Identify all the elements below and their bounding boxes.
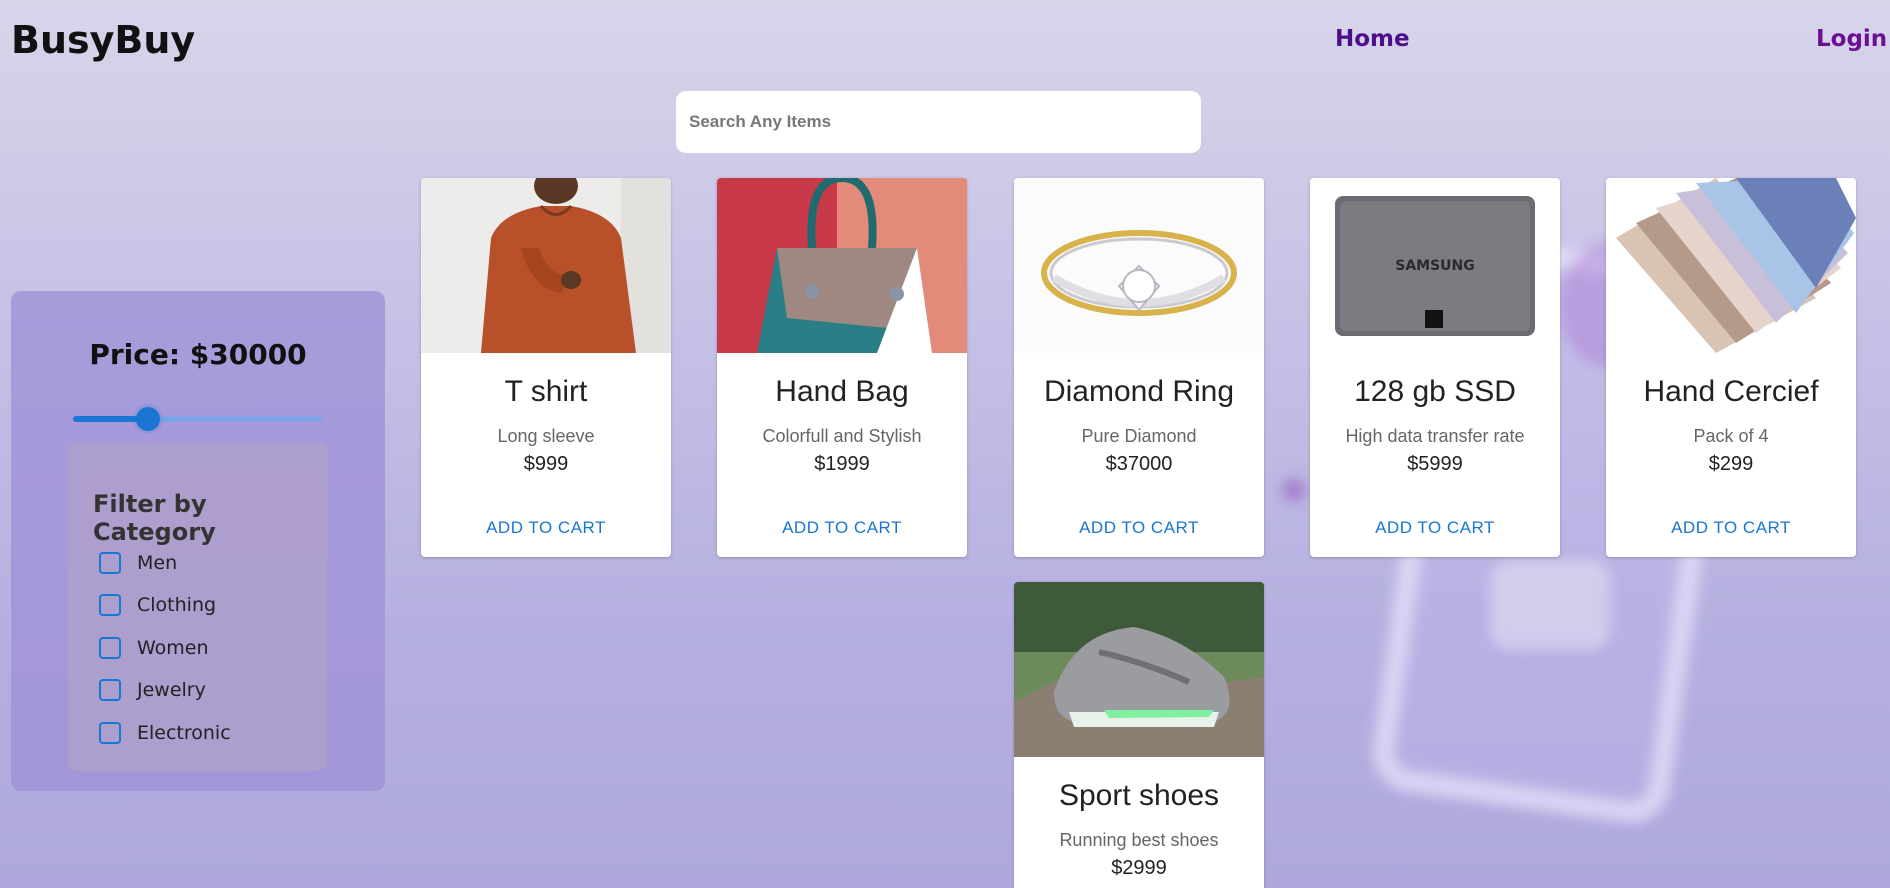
ssd-photo: SAMSUNG xyxy=(1310,178,1560,353)
category-label: Clothing xyxy=(137,594,217,616)
ssd-brand-text: SAMSUNG xyxy=(1395,258,1475,274)
checkbox[interactable] xyxy=(99,637,121,659)
price-label: Price: $30000 xyxy=(89,338,307,371)
checkbox[interactable] xyxy=(99,552,121,574)
category-option-clothing[interactable]: Clothing xyxy=(99,594,216,616)
add-to-cart-button[interactable]: ADD TO CART xyxy=(717,518,967,538)
product-name: Sport shoes xyxy=(1058,779,1220,812)
product-card: Hand Bag Colorfull and Stylish $1999 ADD… xyxy=(717,178,967,557)
product-card: Sport shoes Running best shoes $2999 xyxy=(1014,582,1264,888)
shoe-photo xyxy=(1014,582,1264,757)
checkbox[interactable] xyxy=(99,594,121,616)
product-card: Diamond Ring Pure Diamond $37000 ADD TO … xyxy=(1014,178,1264,557)
price-slider-thumb[interactable] xyxy=(136,407,160,431)
add-to-cart-button[interactable]: ADD TO CART xyxy=(421,518,671,538)
add-to-cart-button[interactable]: ADD TO CART xyxy=(1310,518,1560,538)
product-description: Colorfull and Stylish xyxy=(762,426,922,446)
category-label: Women xyxy=(137,637,209,659)
product-description: Long sleeve xyxy=(497,426,595,446)
product-price: $299 xyxy=(1708,453,1754,475)
product-price: $1999 xyxy=(814,453,870,475)
category-label: Men xyxy=(137,552,178,574)
product-price: $999 xyxy=(523,453,569,475)
category-option-men[interactable]: Men xyxy=(99,552,177,574)
handbag-photo xyxy=(717,178,967,353)
category-option-women[interactable]: Women xyxy=(99,637,209,659)
category-option-electronic[interactable]: Electronic xyxy=(99,722,231,744)
product-description: High data transfer rate xyxy=(1345,426,1525,446)
category-filter-title: Filter by Category xyxy=(93,490,216,546)
background-blob xyxy=(1490,560,1610,650)
add-to-cart-button[interactable]: ADD TO CART xyxy=(1606,518,1856,538)
product-name: Diamond Ring xyxy=(1043,375,1235,408)
category-label: Jewelry xyxy=(137,679,206,701)
category-option-jewelry[interactable]: Jewelry xyxy=(99,679,206,701)
nav-login-link[interactable]: Login xyxy=(1816,26,1887,52)
nav-home-link[interactable]: Home xyxy=(1335,26,1410,52)
tshirt-photo xyxy=(421,178,671,353)
category-label: Electronic xyxy=(137,722,231,744)
ring-photo xyxy=(1014,178,1264,353)
product-card: SAMSUNG 128 gb SSD High data transfer ra… xyxy=(1310,178,1560,557)
product-description: Running best shoes xyxy=(1059,830,1219,850)
product-name: 128 gb SSD xyxy=(1354,375,1516,408)
product-name: Hand Bag xyxy=(775,375,909,408)
product-price: $2999 xyxy=(1111,857,1167,879)
product-description: Pure Diamond xyxy=(1081,426,1197,446)
handkerchief-photo xyxy=(1606,178,1856,353)
product-name: T shirt xyxy=(504,375,588,408)
brand-logo[interactable]: BusyBuy xyxy=(11,18,195,62)
category-filter-box: Filter by Category Men Clothing Women Je… xyxy=(68,442,327,771)
checkbox[interactable] xyxy=(99,722,121,744)
background-dot xyxy=(1282,478,1306,502)
search-input[interactable] xyxy=(676,91,1201,153)
product-price: $37000 xyxy=(1105,453,1173,475)
product-name: Hand Cercief xyxy=(1643,375,1819,408)
add-to-cart-button[interactable]: ADD TO CART xyxy=(1014,518,1264,538)
checkbox[interactable] xyxy=(99,679,121,701)
product-card: T shirt Long sleeve $999 ADD TO CART xyxy=(421,178,671,557)
filter-panel: Price: $30000 Filter by Category Men Clo… xyxy=(11,291,385,791)
product-description: Pack of 4 xyxy=(1693,426,1769,446)
price-slider[interactable] xyxy=(73,407,323,431)
product-price: $5999 xyxy=(1407,453,1463,475)
product-card: Hand Cercief Pack of 4 $299 ADD TO CART xyxy=(1606,178,1856,557)
